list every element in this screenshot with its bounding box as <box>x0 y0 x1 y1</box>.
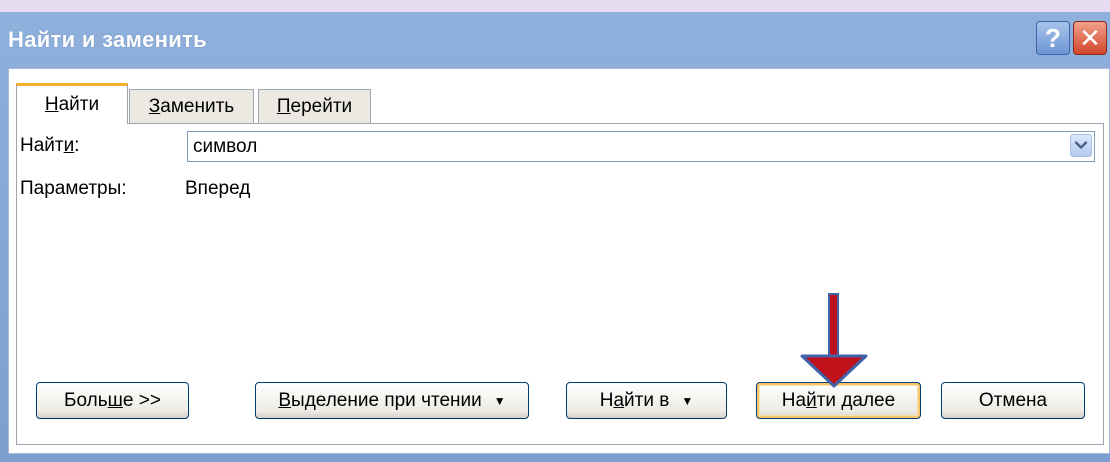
params-value: Вперед <box>185 178 251 199</box>
more-mnemonic: ш <box>107 389 123 411</box>
dialog-body: Найти Заменить Перейти Найти: Параметры:… <box>8 68 1110 454</box>
tab-goto-mnemonic: П <box>276 95 291 117</box>
cancel-button[interactable]: Отмена <box>941 382 1085 419</box>
find-next-label: На <box>781 389 807 411</box>
chevron-down-icon <box>1075 141 1087 149</box>
tab-find-mnemonic: Н <box>44 94 59 115</box>
dropdown-caret-icon: ▼ <box>493 393 506 408</box>
help-icon: ? <box>1045 22 1061 53</box>
tab-find-label: айти <box>58 94 100 115</box>
find-label-mnemonic: и <box>63 135 75 156</box>
find-label-text: Найт <box>20 135 64 156</box>
params-label: Параметры: <box>20 178 127 199</box>
down-arrow-annotation <box>800 293 868 388</box>
find-combo[interactable] <box>187 131 1095 162</box>
close-icon: ✕ <box>1079 22 1101 53</box>
title-bar: Найти и заменить ? ✕ <box>0 12 1110 72</box>
more-button[interactable]: Боль ш е >> <box>36 382 189 419</box>
tab-find[interactable]: Найти <box>16 83 128 124</box>
find-in-label-end: йти в <box>624 389 670 411</box>
find-next-mnemonic: й <box>806 389 817 411</box>
find-dropdown-button[interactable] <box>1070 134 1092 157</box>
close-button[interactable]: ✕ <box>1073 21 1107 55</box>
reading-highlight-button[interactable]: Выделение при чтении ▼ <box>255 382 529 419</box>
tab-replace-mnemonic: З <box>148 95 161 117</box>
find-in-button[interactable]: На йти в ▼ <box>566 382 727 419</box>
more-label: Боль <box>64 389 108 411</box>
find-label: Найти: <box>20 135 80 157</box>
more-label-end: е >> <box>122 389 161 411</box>
reading-label: ыделение при чтении <box>291 389 482 411</box>
find-replace-dialog: Найти и заменить ? ✕ Найти Заменить Пере… <box>0 12 1110 462</box>
tab-goto-label: ерейти <box>290 95 353 117</box>
reading-mnemonic: В <box>278 389 292 411</box>
window-title: Найти и заменить <box>8 27 207 52</box>
find-input[interactable] <box>188 132 1058 161</box>
help-button[interactable]: ? <box>1036 21 1070 55</box>
tab-replace[interactable]: Заменить <box>129 89 254 123</box>
dropdown-caret-icon: ▼ <box>681 393 694 408</box>
find-label-colon: : <box>74 135 80 156</box>
find-in-label: Н <box>599 389 614 411</box>
tab-goto[interactable]: Перейти <box>258 89 371 123</box>
find-in-mnemonic: а <box>613 389 625 411</box>
find-next-label-end: ти далее <box>816 389 896 411</box>
tab-replace-label: аменить <box>160 95 235 117</box>
